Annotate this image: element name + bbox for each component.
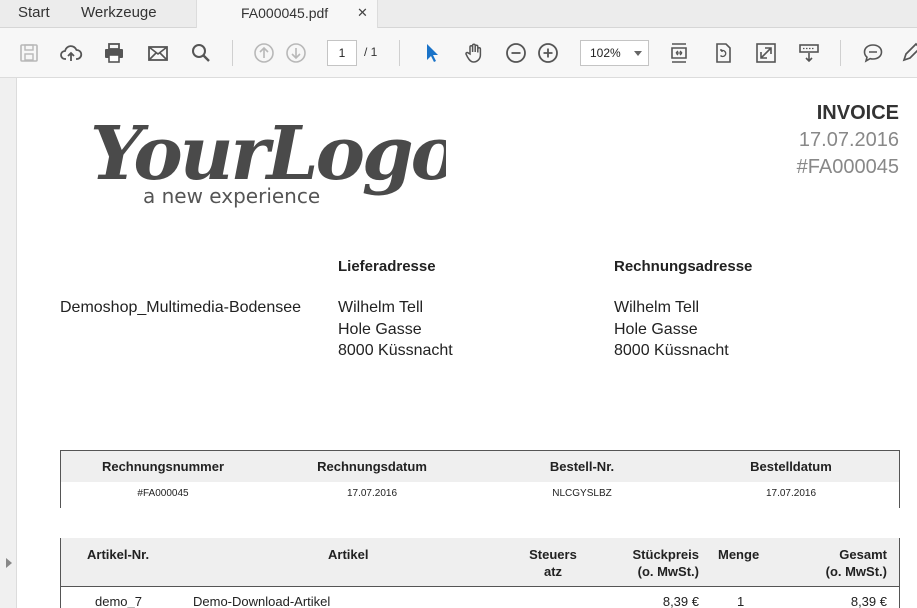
page-total: / 1 <box>364 45 378 59</box>
invoice-date: 17.07.2016 <box>798 129 899 151</box>
zoom-out-icon[interactable] <box>503 40 529 66</box>
billing-name: Wilhelm Tell <box>614 299 700 316</box>
zoom-select[interactable]: 102% <box>580 40 649 66</box>
zoom-in-icon[interactable] <box>535 40 561 66</box>
previous-page-icon[interactable] <box>251 40 277 66</box>
zoom-value: 102% <box>590 46 621 60</box>
header-unit-price: Stückpreis (o. MwSt.) <box>632 547 699 579</box>
header-order-date: Bestelldatum <box>750 459 832 474</box>
select-cursor-icon[interactable] <box>419 40 445 66</box>
delivery-street: Hole Gasse <box>338 320 422 338</box>
menu-start[interactable]: Start <box>18 4 50 21</box>
delivery-address: Wilhelm Tell Hole Gasse 8000 Küssnacht <box>338 297 453 362</box>
pen-icon[interactable] <box>898 40 917 66</box>
save-icon[interactable] <box>16 40 42 66</box>
invoice-title: INVOICE <box>816 102 899 124</box>
cloud-upload-icon[interactable] <box>58 40 84 66</box>
comment-icon[interactable] <box>860 40 886 66</box>
page-number-input[interactable]: 1 <box>327 40 357 66</box>
tab-title: FA000045.pdf <box>241 5 329 21</box>
header-order-number: Bestell-Nr. <box>549 459 615 474</box>
menu-tools[interactable]: Werkzeuge <box>81 4 157 21</box>
items-table: Artikel-Nr. Artikel Steuers atz Stückpre… <box>60 538 900 608</box>
order-info-table: Rechnungsnummer Rechnungsdatum Bestell-N… <box>60 450 900 508</box>
row-unit-price: 8,39 € <box>662 594 699 608</box>
document-tab[interactable]: FA000045.pdf ✕ <box>196 0 378 28</box>
pdf-page: YourLogo a new experience INVOICE 17.07.… <box>18 79 917 608</box>
row-quantity: 1 <box>737 594 745 608</box>
value-invoice-date: 17.07.2016 <box>346 488 398 499</box>
header-tax-rate: Steuers atz <box>529 547 577 579</box>
hand-tool-icon[interactable] <box>461 40 487 66</box>
header-article-number: Artikel-Nr. <box>87 547 150 562</box>
scroll-mode-icon[interactable] <box>796 40 822 66</box>
toolbar-separator <box>232 40 233 66</box>
billing-heading: Rechnungsadresse <box>614 258 753 275</box>
shop-name: Demoshop_Multimedia-Bodensee <box>60 299 302 316</box>
header-quantity: Menge <box>718 547 760 562</box>
fullscreen-icon[interactable] <box>753 40 779 66</box>
chevron-down-icon <box>634 51 642 56</box>
delivery-city: 8000 Küssnacht <box>338 342 453 359</box>
rotate-page-icon[interactable] <box>710 40 736 66</box>
chevron-right-icon <box>6 558 12 568</box>
toolbar-separator <box>840 40 841 66</box>
mail-icon[interactable] <box>145 40 171 66</box>
value-order-number: NLCGYSLBZ <box>552 488 612 499</box>
next-page-icon[interactable] <box>283 40 309 66</box>
header-article: Artikel <box>328 547 369 562</box>
header-total: Gesamt (o. MwSt.) <box>825 547 887 579</box>
toolbar: 1 / 1 102% <box>0 28 917 78</box>
side-panel-toggle[interactable] <box>0 78 17 608</box>
invoice-number: #FA000045 <box>796 156 899 178</box>
delivery-name: Wilhelm Tell <box>338 299 424 316</box>
value-order-date: 17.07.2016 <box>765 488 817 499</box>
header-invoice-date: Rechnungsdatum <box>317 459 427 474</box>
delivery-heading: Lieferadresse <box>338 258 436 275</box>
row-total: 8,39 € <box>850 594 887 608</box>
billing-street: Hole Gasse <box>614 320 698 338</box>
row-article-number: demo_7 <box>95 594 142 608</box>
print-icon[interactable] <box>101 40 127 66</box>
billing-address: Wilhelm Tell Hole Gasse 8000 Küssnacht <box>614 297 729 362</box>
value-invoice-number: #FA000045 <box>137 488 189 499</box>
toolbar-separator <box>399 40 400 66</box>
logo-tagline: a new experience <box>143 184 320 208</box>
tab-bar: Start Werkzeuge FA000045.pdf ✕ <box>0 0 917 28</box>
fit-page-icon[interactable] <box>666 40 692 66</box>
close-icon[interactable]: ✕ <box>357 5 368 21</box>
billing-city: 8000 Küssnacht <box>614 342 729 359</box>
search-icon[interactable] <box>188 40 214 66</box>
company-logo: YourLogo a new experience <box>90 111 446 208</box>
row-article: Demo-Download-Artikel <box>193 594 331 608</box>
header-invoice-number: Rechnungsnummer <box>101 459 225 474</box>
items-table-header <box>61 538 899 587</box>
